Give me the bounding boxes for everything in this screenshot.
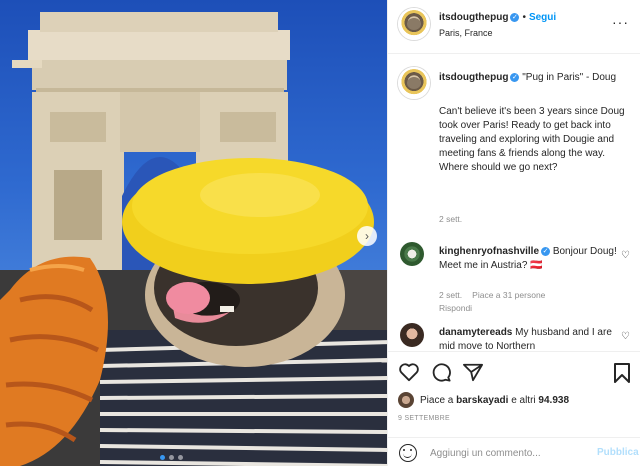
like-heart-icon[interactable] <box>398 362 420 382</box>
liker-username[interactable]: barskayadi <box>456 395 508 406</box>
username-link[interactable]: itsdougthepug <box>439 12 508 23</box>
likes-summary[interactable]: Piace a barskayadi e altri 94.938 <box>398 392 569 408</box>
comment-meta: 2 sett. Piace a 31 persone Rispondi <box>439 289 619 315</box>
share-send-icon[interactable] <box>462 362 484 382</box>
comment-username[interactable]: danamytereads <box>439 327 512 338</box>
comment-username[interactable]: kinghenryofnashville <box>439 246 539 257</box>
caption-timestamp: 2 sett. <box>439 214 463 224</box>
caption-body: Can't believe it's been 3 years since Do… <box>439 106 625 173</box>
avatar[interactable] <box>398 8 430 40</box>
location-link[interactable]: Paris, France <box>439 28 493 38</box>
reply-button[interactable]: Rispondi <box>439 303 472 313</box>
post-actions: Piace a barskayadi e altri 94.938 9 SETT… <box>388 351 640 466</box>
pug-in-paris-image <box>0 12 387 466</box>
likes-suffix: e altri <box>511 394 536 406</box>
comment-text-line: danamytereads My husband and I are mid m… <box>439 326 617 351</box>
like-comment-heart-icon[interactable]: ♡ <box>621 250 630 261</box>
action-icons-row <box>398 362 633 384</box>
comment-timestamp: 2 sett. <box>439 290 463 300</box>
verified-badge-icon: ✓ <box>541 246 551 256</box>
commenter-avatar[interactable] <box>400 242 424 266</box>
separator-dot: • <box>522 12 526 23</box>
emoji-smiley-icon[interactable] <box>399 444 417 462</box>
liker-avatar <box>398 392 414 408</box>
comment-likes-link[interactable]: Piace a 31 persone <box>472 290 545 300</box>
carousel-dot <box>169 455 174 460</box>
post-photo[interactable]: › <box>0 0 387 466</box>
add-comment-input[interactable] <box>430 444 590 462</box>
carousel-dot-active <box>160 455 165 460</box>
likes-count[interactable]: 94.938 <box>538 395 569 406</box>
comments-list[interactable]: itsdougthepug ✓ "Pug in Paris" - Doug Can… <box>388 55 640 351</box>
comment-bubble-icon[interactable] <box>430 362 452 382</box>
comment-text-line: kinghenryofnashville ✓ Bonjour Doug! Meet… <box>439 245 617 273</box>
publish-button[interactable]: Pubblica <box>597 447 639 458</box>
post-header: itsdougthepug ✓ • Segui Paris, France ··· <box>388 0 640 54</box>
save-bookmark-icon[interactable] <box>612 362 632 384</box>
caption: itsdougthepug ✓ "Pug in Paris" - Doug Can… <box>439 71 627 175</box>
post-date[interactable]: 9 SETTEMBRE <box>398 415 450 422</box>
post-side-panel: itsdougthepug ✓ • Segui Paris, France ··· i… <box>387 0 640 466</box>
like-comment-heart-icon[interactable]: ♡ <box>621 331 630 342</box>
verified-badge-icon: ✓ <box>510 72 520 82</box>
carousel-dots <box>160 455 183 460</box>
likes-prefix: Piace a <box>420 394 454 406</box>
caption-username[interactable]: itsdougthepug <box>439 72 508 83</box>
follow-button[interactable]: Segui <box>529 12 556 23</box>
add-comment-bar: Pubblica <box>388 437 640 466</box>
caption-avatar[interactable] <box>398 67 430 99</box>
instagram-post-modal: › itsdougthepug ✓ • Segui Paris, France ···… <box>0 0 640 466</box>
caption-quote: "Pug in Paris" - Doug <box>522 72 617 83</box>
carousel-dot <box>178 455 183 460</box>
header-user-line: itsdougthepug ✓ • Segui <box>439 12 556 23</box>
commenter-avatar[interactable] <box>400 323 424 347</box>
more-options-icon[interactable]: ··· <box>612 14 629 30</box>
next-photo-button[interactable]: › <box>357 226 377 246</box>
verified-badge-icon: ✓ <box>510 12 520 22</box>
